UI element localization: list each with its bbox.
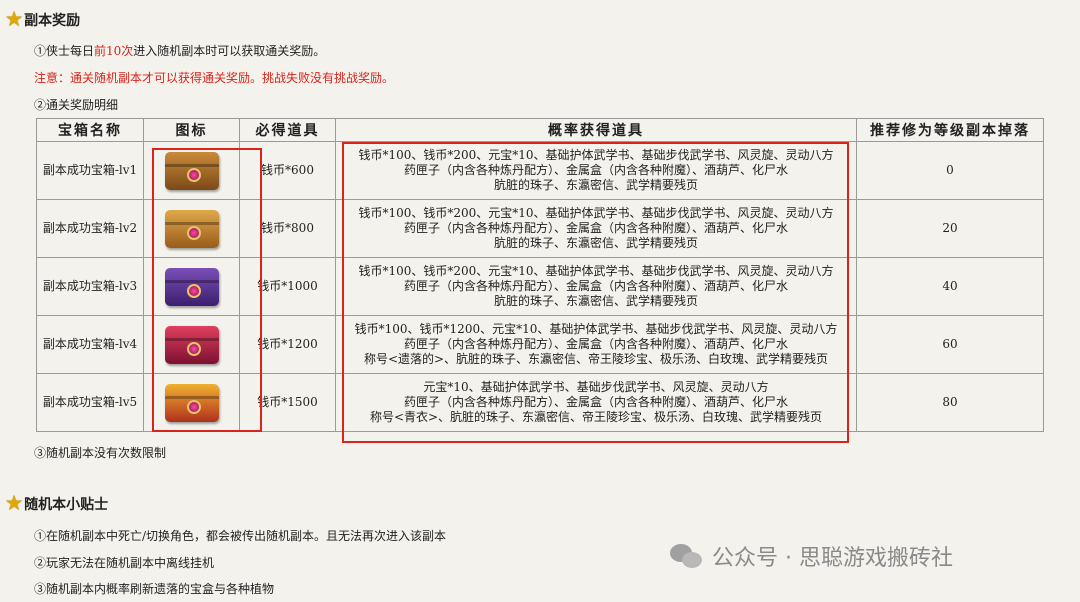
warning-note: 注意：通关随机副本才可以获得通关奖励。挑战失败没有挑战奖励。 <box>34 71 395 85</box>
reward-rule-suffix: 进入随机副本时可以获取通关奖励。 <box>133 44 326 58</box>
header-chest-name: 宝箱名称 <box>36 118 144 142</box>
reward-rule-highlight: 前10次 <box>94 44 134 58</box>
chest-name: 副本成功宝箱-lv1 <box>36 141 144 200</box>
icon-column-highlight <box>152 148 262 432</box>
wechat-icon <box>670 542 704 570</box>
recommended-level: 80 <box>856 373 1044 432</box>
tip-item: ②玩家无法在随机副本中离线挂机 <box>34 556 215 570</box>
chest-name: 副本成功宝箱-lv4 <box>36 315 144 374</box>
star-icon: ★ <box>6 9 23 30</box>
tip-item: ③随机副本内概率刷新遗落的宝盒与各种植物 <box>34 582 275 596</box>
watermark-text: 公众号 · 思聪游戏搬砖社 <box>712 546 953 571</box>
section-title-text: 随机本小贴士 <box>24 497 109 513</box>
header-guaranteed: 必得道具 <box>239 118 336 142</box>
chest-name: 副本成功宝箱-lv5 <box>36 373 144 432</box>
header-level: 推荐修为等级副本掉落 <box>856 118 1044 142</box>
reward-detail-heading: ②通关奖励明细 <box>34 98 119 112</box>
section-title-tips: ★ 随机本小贴士 <box>6 494 108 514</box>
recommended-level: 0 <box>856 141 1044 200</box>
no-limit-note: ③随机副本没有次数限制 <box>34 446 167 460</box>
table-header-row: 宝箱名称 图标 必得道具 概率获得道具 推荐修为等级副本掉落 <box>36 118 1044 142</box>
header-probable: 概率获得道具 <box>335 118 857 142</box>
section-title-text: 副本奖励 <box>24 13 81 29</box>
chest-name: 副本成功宝箱-lv2 <box>36 199 144 258</box>
probable-column-highlight <box>342 142 849 443</box>
recommended-level: 40 <box>856 257 1044 316</box>
reward-rule-line: ①侠士每日前10次进入随机副本时可以获取通关奖励。 <box>34 42 325 59</box>
reward-rule-prefix: ①侠士每日 <box>34 44 95 58</box>
recommended-level: 20 <box>856 199 1044 258</box>
chest-name: 副本成功宝箱-lv3 <box>36 257 144 316</box>
recommended-level: 60 <box>856 315 1044 374</box>
section-title-rewards: ★ 副本奖励 <box>6 10 80 30</box>
header-icon: 图标 <box>143 118 240 142</box>
star-icon: ★ <box>6 493 23 514</box>
watermark: 公众号 · 思聪游戏搬砖社 <box>670 540 953 572</box>
tip-item: ①在随机副本中死亡/切换角色，都会被传出随机副本。且无法再次进入该副本 <box>34 529 447 543</box>
